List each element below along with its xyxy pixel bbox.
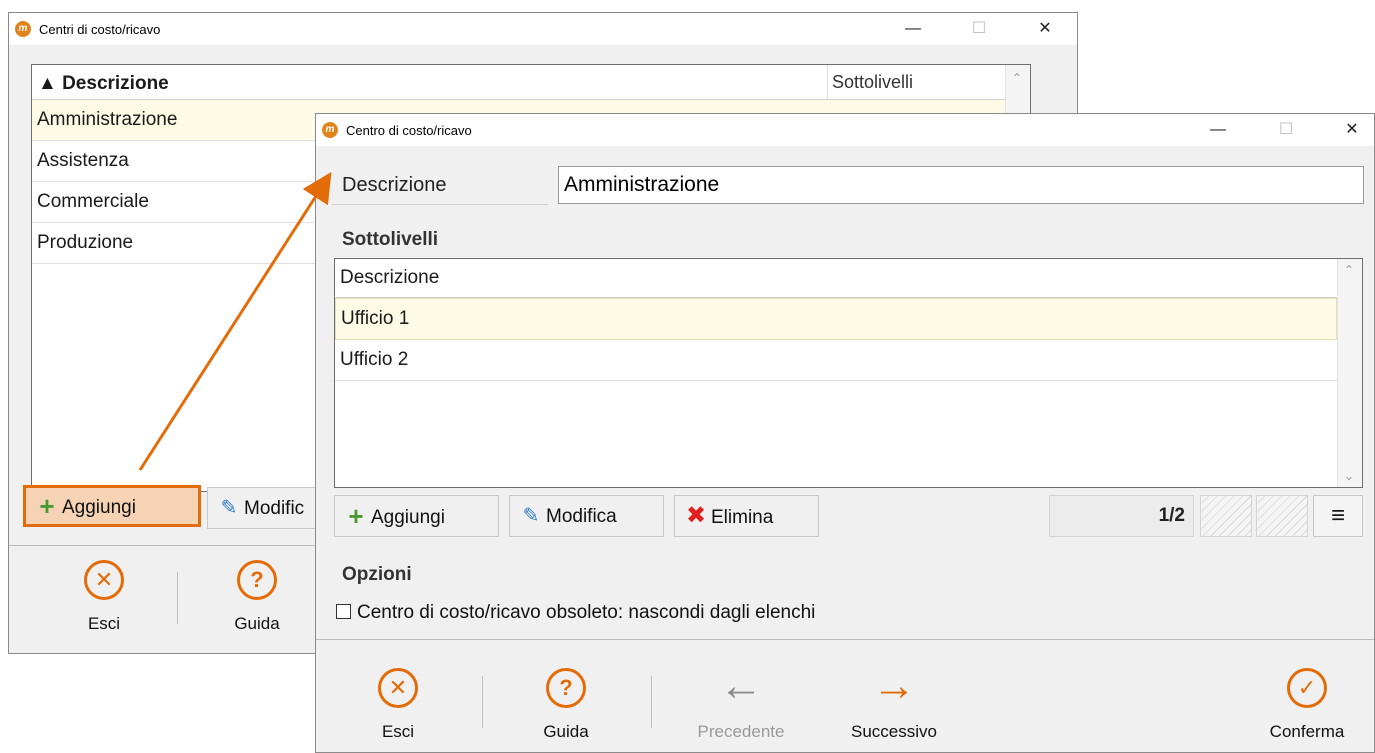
callout-arrow xyxy=(138,171,332,471)
callout-arrow-line xyxy=(138,171,332,471)
